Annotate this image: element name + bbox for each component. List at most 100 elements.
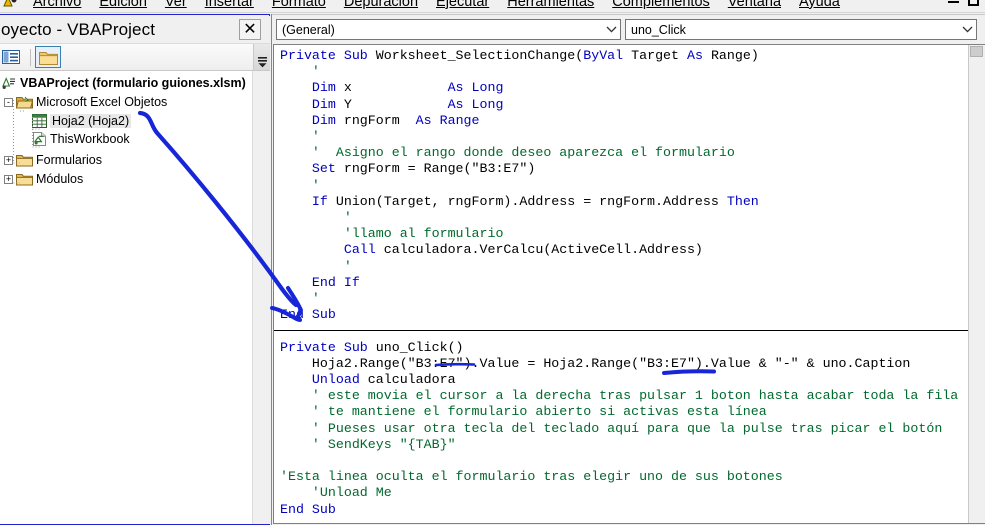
chevron-down-icon[interactable] <box>958 20 976 39</box>
window-controls <box>948 0 985 6</box>
code-line: Private Sub Worksheet_SelectionChange(By… <box>280 48 759 63</box>
code-line: 'llamo al formulario <box>280 226 504 242</box>
menu-ver-label: Ver <box>164 0 187 10</box>
procedure-combo-value: uno_Click <box>631 22 686 37</box>
tree-node-excel-objetos-label: Microsoft Excel Objetos <box>36 95 168 109</box>
menu-herramientas-label: Herramientas <box>507 0 595 10</box>
tree-node-hoja2[interactable]: Hoja2 (Hoja2) <box>0 113 254 129</box>
toggle-folders-icon[interactable] <box>35 46 61 68</box>
menu-insertar-label: Insertar <box>204 0 254 10</box>
toolbar-overflow-icon[interactable] <box>253 44 270 70</box>
project-explorer-toolbar <box>0 43 270 71</box>
code-editor[interactable]: Private Sub Worksheet_SelectionChange(By… <box>273 44 985 524</box>
folder-icon <box>16 173 33 186</box>
code-line: ' <box>280 129 320 145</box>
code-line: End Sub <box>280 307 336 323</box>
maximize-icon[interactable] <box>968 0 979 6</box>
menu-item-herramientas[interactable]: Herramientas <box>498 0 603 12</box>
code-line: Dim rngForm As Range <box>280 112 480 128</box>
menu-ejecutar-label: Ejecutar <box>436 0 490 10</box>
menu-formato-label: Formato <box>271 0 326 10</box>
code-line: ' te mantiene el formulario abierto si a… <box>280 404 767 420</box>
code-line: ' este movia el cursor a la derecha tras… <box>280 388 959 404</box>
close-icon[interactable]: ✕ <box>239 19 261 40</box>
code-line: Dim x As Long <box>280 80 504 96</box>
expander-icon[interactable]: - <box>4 97 13 107</box>
menu-item-edicion[interactable]: Edición <box>90 0 156 12</box>
folder-icon <box>16 154 33 167</box>
menu-item-depuracion[interactable]: Depuración <box>335 0 427 12</box>
expander-icon[interactable]: + <box>4 155 13 165</box>
menu-item-ejecutar[interactable]: Ejecutar <box>427 0 498 12</box>
project-explorer-title: oyecto - VBAProject <box>1 19 156 39</box>
vba-app-icon <box>2 0 20 10</box>
menu-item-complementos[interactable]: Complementos <box>603 0 719 12</box>
tree-node-vbaproject-label: VBAProject (formulario guiones.xlsm) <box>20 76 246 90</box>
project-tree[interactable]: VBAProject (formulario guiones.xlsm) - M… <box>0 71 270 524</box>
project-explorer-titlebar: oyecto - VBAProject ✕ <box>0 16 270 43</box>
code-line: ' <box>280 258 352 274</box>
project-tree-scrollbar[interactable] <box>252 71 268 524</box>
code-line: If Union(Target, rngForm).Address = rngF… <box>280 193 759 209</box>
menu-bar: Archivo Edición Ver Insertar Formato Dep… <box>0 0 985 13</box>
tree-node-thisworkbook-label: ThisWorkbook <box>50 132 130 146</box>
tree-node-thisworkbook[interactable]: ThisWorkbook <box>0 131 254 147</box>
code-line: Private Sub uno_Click() <box>280 339 464 355</box>
procedure-separator <box>274 330 985 332</box>
code-line: 'Esta linea oculta el formulario tras el… <box>280 469 783 485</box>
object-combo-value: (General) <box>282 22 335 37</box>
tree-node-vbaproject[interactable]: VBAProject (formulario guiones.xlsm) <box>0 75 254 91</box>
code-line: ' <box>280 210 352 226</box>
code-line: Set rngForm = Range("B3:E7") <box>280 161 536 177</box>
tree-node-modulos[interactable]: + Módulos <box>0 171 254 187</box>
menu-complementos-label: Complementos <box>612 0 710 10</box>
menu-edicion-label: Edición <box>99 0 147 10</box>
view-code-icon[interactable] <box>0 46 24 68</box>
tree-node-modulos-label: Módulos <box>36 172 84 186</box>
menu-item-insertar[interactable]: Insertar <box>196 0 263 12</box>
menu-depuracion-label: Depuración <box>343 0 419 10</box>
code-window: (General) uno_Click Private Sub Workshee… <box>271 14 985 525</box>
code-text: Private Sub Worksheet_SelectionChange(By… <box>280 48 958 518</box>
object-combo[interactable]: (General) <box>276 19 621 40</box>
chevron-down-icon[interactable] <box>602 20 620 39</box>
project-explorer-panel: oyecto - VBAProject ✕ VBAProject (formul… <box>0 14 270 525</box>
expander-icon[interactable]: + <box>4 174 13 184</box>
code-line: ' Asigno el rango donde deseo aparezca e… <box>280 145 735 161</box>
menu-item-formato[interactable]: Formato <box>263 0 335 12</box>
menu-ayuda-label: Ayuda <box>799 0 840 10</box>
menu-item-archivo[interactable]: Archivo <box>24 0 90 12</box>
code-line: ' <box>280 291 320 307</box>
code-window-dropdowns: (General) uno_Click <box>272 14 985 44</box>
tree-node-excel-objetos[interactable]: - Microsoft Excel Objetos <box>0 94 254 110</box>
toolbar-separator <box>30 48 31 66</box>
worksheet-icon <box>32 114 47 128</box>
code-line: 'Unload Me <box>280 485 392 501</box>
code-editor-scrollbar[interactable] <box>968 45 985 523</box>
code-line: End Sub <box>280 501 336 517</box>
code-line: ' SendKeys "{TAB}" <box>280 436 456 452</box>
vba-editor-window: Archivo Edición Ver Insertar Formato Dep… <box>0 0 985 525</box>
code-line: Dim Y As Long <box>280 96 504 112</box>
code-line: ' Pueses usar otra tecla del teclado aqu… <box>280 420 943 436</box>
menu-item-ver[interactable]: Ver <box>156 0 196 12</box>
menu-archivo-label: Archivo <box>33 0 82 10</box>
code-line: End If <box>280 274 360 290</box>
workbook-icon <box>32 132 47 146</box>
scrollbar-thumb[interactable] <box>970 46 983 57</box>
tree-node-formularios[interactable]: + Formularios <box>0 152 254 168</box>
tree-node-hoja2-label: Hoja2 (Hoja2) <box>50 114 132 128</box>
code-line: ' <box>280 64 320 80</box>
vbaproject-icon <box>1 76 17 90</box>
minimize-icon[interactable] <box>948 0 959 3</box>
tree-node-formularios-label: Formularios <box>36 153 102 167</box>
code-line: Unload calculadora <box>280 372 456 388</box>
menu-item-ayuda[interactable]: Ayuda <box>790 0 849 12</box>
menu-ventana-label: Ventana <box>727 0 782 10</box>
code-line: Call calculadora.VerCalcu(ActiveCell.Add… <box>280 242 703 258</box>
code-line: ' <box>280 177 320 193</box>
menu-item-ventana[interactable]: Ventana <box>719 0 790 12</box>
procedure-combo[interactable]: uno_Click <box>625 19 977 40</box>
